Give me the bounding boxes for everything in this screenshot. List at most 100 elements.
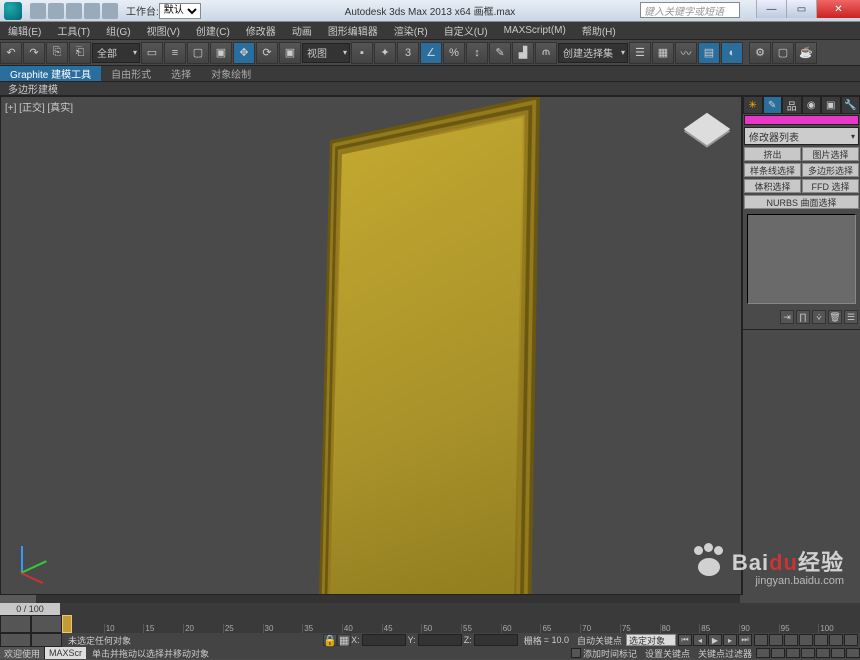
angle-snap-button[interactable]: ∠ [420, 42, 442, 64]
select-and-rotate-button[interactable]: ⟳ [256, 42, 278, 64]
ribbon-panel-polymodeling[interactable]: 多边形建模 [0, 81, 66, 96]
mod-button-row2-b[interactable]: 多边形选择 [802, 163, 859, 177]
absolute-relative-icon[interactable]: ▦ [337, 634, 351, 646]
utilities-tab-icon[interactable]: 🔧 [841, 96, 860, 114]
qat-open-icon[interactable] [48, 3, 64, 19]
key-filters-button[interactable]: 关键点过滤器 [698, 647, 752, 660]
orbit-icon[interactable] [829, 634, 843, 646]
modifier-list-combo[interactable]: 修改器列表 [744, 127, 859, 145]
track-bar-ruler[interactable]: 0 10 15 20 25 30 35 40 45 50 55 60 65 70… [62, 615, 860, 633]
ribbon-tab-graphite[interactable]: Graphite 建模工具 [0, 66, 101, 81]
schematic-view-button[interactable]: ▤ [698, 42, 720, 64]
remove-modifier-icon[interactable]: 🗑 [828, 310, 842, 324]
prompt-extra-3[interactable] [816, 648, 830, 658]
hierarchy-tab-icon[interactable]: 品 [782, 96, 802, 114]
menu-modifiers[interactable]: 修改器 [238, 23, 284, 38]
motion-tab-icon[interactable]: ◉ [802, 96, 822, 114]
zoom-icon[interactable] [754, 634, 768, 646]
viewport[interactable]: [+] [正交] [真实] [0, 96, 742, 595]
qat-new-icon[interactable] [30, 3, 46, 19]
layer-manager-button[interactable]: ☰ [629, 42, 651, 64]
auto-key-button[interactable]: 自动关键点 [577, 634, 622, 647]
coord-z-input[interactable] [474, 634, 518, 646]
set-key-button[interactable]: 设置关键点 [645, 647, 690, 660]
menu-tools[interactable]: 工具(T) [49, 23, 98, 38]
qat-redo-icon[interactable] [102, 3, 118, 19]
prompt-extra-5[interactable] [846, 648, 860, 658]
window-crossing-button[interactable]: ▣ [210, 42, 232, 64]
add-time-tag-label[interactable]: 添加时间标记 [583, 647, 637, 660]
selection-set-combo[interactable]: 选定对象 [626, 634, 676, 646]
curve-editor-button[interactable]: 〰 [675, 42, 697, 64]
menu-create[interactable]: 创建(C) [188, 23, 238, 38]
menu-views[interactable]: 视图(V) [139, 23, 188, 38]
view-cube[interactable] [687, 109, 727, 149]
workspace-dropdown[interactable]: 默认 [159, 3, 201, 19]
prompt-extra-1[interactable] [786, 648, 800, 658]
select-and-move-button[interactable]: ✥ [233, 42, 255, 64]
scrollbar-thumb[interactable] [0, 595, 36, 603]
select-object-button[interactable]: ▭ [141, 42, 163, 64]
goto-end-icon[interactable]: ⏭ [738, 634, 752, 646]
mod-button-row3-b[interactable]: FFD 选择 [802, 179, 859, 193]
select-and-manipulate-button[interactable]: ✦ [374, 42, 396, 64]
maxscript-listener-label[interactable]: MAXScr [45, 647, 86, 659]
menu-edit[interactable]: 编辑(E) [0, 23, 49, 38]
unlink-button[interactable]: ⎗ [69, 42, 91, 64]
snap-toggle-3-button[interactable]: 3 [397, 42, 419, 64]
use-pivot-center-button[interactable]: ▪ [351, 42, 373, 64]
zoom-all-icon[interactable] [769, 634, 783, 646]
close-button[interactable]: ✕ [816, 0, 860, 18]
isolate-selection-icon[interactable] [31, 633, 62, 647]
percent-snap-button[interactable]: % [443, 42, 465, 64]
ribbon-tab-selection[interactable]: 选择 [161, 66, 201, 81]
menu-maxscript[interactable]: MAXScript(M) [496, 25, 574, 36]
viewport-scrollbar[interactable] [0, 595, 740, 603]
coord-x-input[interactable] [362, 634, 406, 646]
configure-sets-icon[interactable]: ☰ [844, 310, 858, 324]
coord-y-input[interactable] [418, 634, 462, 646]
comm-center-icon[interactable] [771, 648, 785, 658]
render-production-button[interactable]: ☕ [795, 42, 817, 64]
prev-frame-icon[interactable]: ◂ [693, 634, 707, 646]
modify-tab-icon[interactable]: ✎ [763, 96, 783, 114]
menu-help[interactable]: 帮助(H) [574, 23, 624, 38]
mod-button-row2-a[interactable]: 样条线选择 [744, 163, 801, 177]
track-mini-2[interactable] [31, 615, 62, 633]
material-editor-button[interactable]: ◐ [721, 42, 743, 64]
render-setup-button[interactable]: ⚙ [749, 42, 771, 64]
select-by-name-button[interactable]: ≡ [164, 42, 186, 64]
prompt-extra-2[interactable] [801, 648, 815, 658]
time-slider-value[interactable]: 0 / 100 [0, 603, 60, 615]
app-icon[interactable] [4, 2, 22, 20]
selection-filter-combo[interactable]: 全部 [92, 43, 140, 63]
ribbon-tab-freeform[interactable]: 自由形式 [101, 66, 161, 81]
scene-object-picture-frame[interactable] [291, 117, 591, 595]
display-tab-icon[interactable]: ▣ [821, 96, 841, 114]
viewport-label[interactable]: [+] [正交] [真实] [5, 99, 73, 114]
ref-coord-combo[interactable]: 视图 [302, 43, 350, 63]
show-end-result-icon[interactable]: ∏ [796, 310, 810, 324]
object-color-swatch[interactable] [744, 115, 859, 125]
select-and-scale-button[interactable]: ▣ [279, 42, 301, 64]
play-icon[interactable]: ▶ [708, 634, 722, 646]
link-button[interactable]: ⎘ [46, 42, 68, 64]
zoom-extents-icon[interactable] [784, 634, 798, 646]
ribbon-tab-object-paint[interactable]: 对象绘制 [201, 66, 261, 81]
time-config-icon[interactable] [756, 648, 770, 658]
mod-button-row1-b[interactable]: 图片选择 [802, 147, 859, 161]
help-search-input[interactable]: 键入关键字或短语 [640, 2, 740, 18]
mod-button-row1-a[interactable]: 挤出 [744, 147, 801, 161]
modifier-stack[interactable] [747, 214, 856, 304]
menu-customize[interactable]: 自定义(U) [436, 23, 496, 38]
goto-start-icon[interactable]: ⏮ [678, 634, 692, 646]
menu-graph-editors[interactable]: 图形编辑器 [320, 23, 386, 38]
prompt-extra-4[interactable] [831, 648, 845, 658]
menu-group[interactable]: 组(G) [98, 23, 138, 38]
qat-undo-icon[interactable] [84, 3, 100, 19]
edit-named-sel-button[interactable]: ✎ [489, 42, 511, 64]
redo-button[interactable]: ↷ [23, 42, 45, 64]
pan-icon[interactable] [814, 634, 828, 646]
rendered-frame-window-button[interactable]: ▢ [772, 42, 794, 64]
undo-button[interactable]: ↶ [0, 42, 22, 64]
